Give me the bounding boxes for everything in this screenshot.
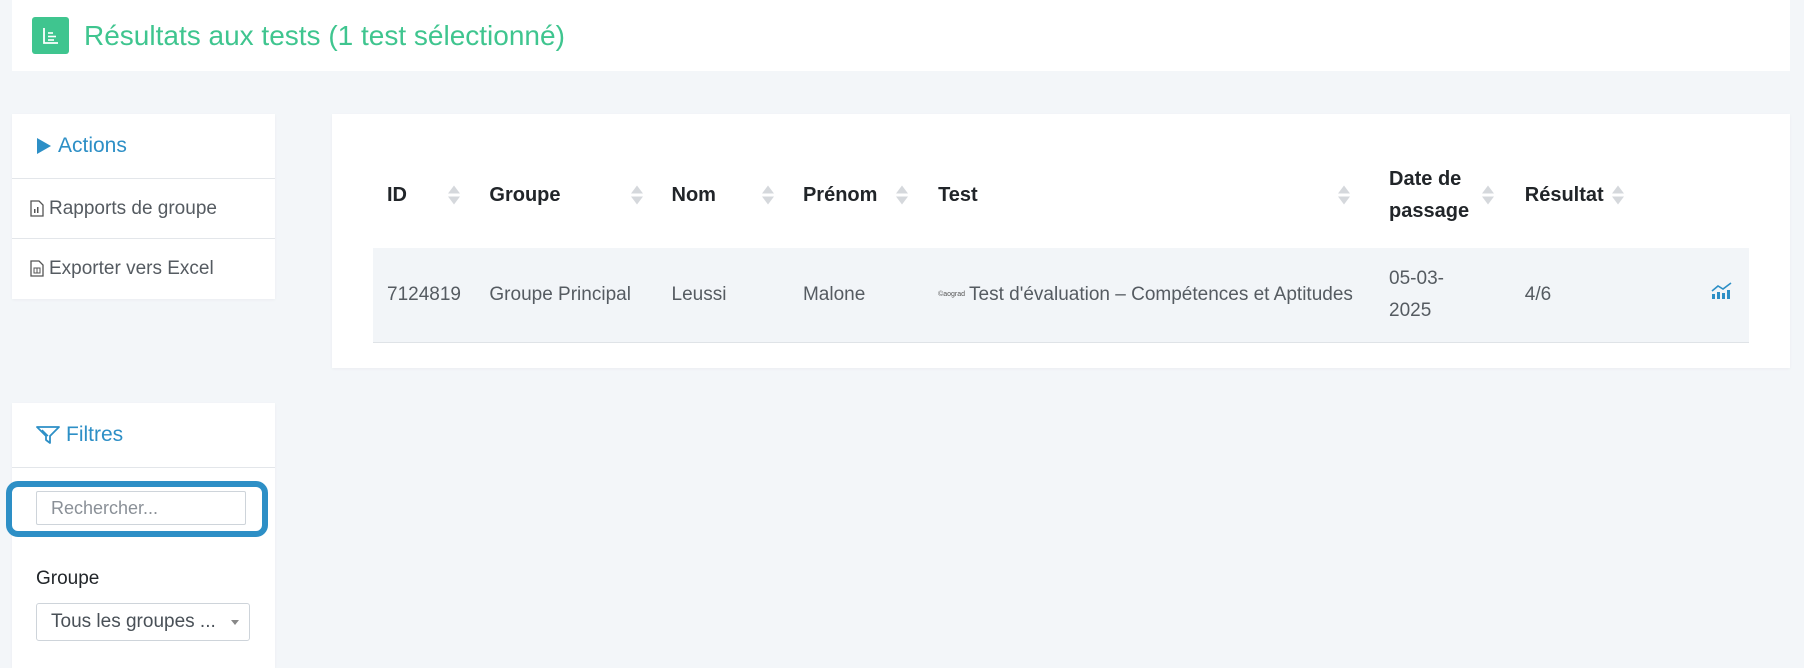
search-input[interactable] — [36, 491, 246, 525]
column-test[interactable]: Test — [924, 142, 1375, 248]
page-header: Résultats aux tests (1 test sélectionné) — [12, 0, 1790, 71]
group-select-value: Tous les groupes ... — [51, 611, 216, 632]
filter-icon — [36, 426, 60, 444]
play-icon — [36, 137, 52, 155]
test-logo: ©aograd — [938, 290, 966, 298]
export-excel-label: Exporter vers Excel — [49, 257, 214, 279]
sort-icon — [1611, 185, 1624, 205]
excel-icon — [30, 260, 44, 277]
actions-header: Actions — [12, 114, 275, 179]
sort-icon — [631, 185, 644, 205]
report-icon — [32, 17, 69, 54]
cell-nom: Leussi — [657, 248, 789, 343]
sort-icon — [761, 185, 774, 205]
chart-icon[interactable] — [1711, 279, 1733, 311]
cell-groupe: Groupe Principal — [475, 248, 658, 343]
column-actions — [1697, 142, 1749, 248]
cell-resultat: 4/6 — [1510, 248, 1697, 343]
results-panel: ID Groupe Nom Prénom Test Date de passag… — [332, 114, 1790, 368]
table-header-row: ID Groupe Nom Prénom Test Date de passag… — [373, 142, 1749, 248]
sort-icon — [448, 185, 460, 205]
column-nom[interactable]: Nom — [658, 142, 789, 248]
sort-icon — [1338, 185, 1351, 205]
export-excel-link[interactable]: Exporter vers Excel — [12, 239, 275, 298]
results-table: ID Groupe Nom Prénom Test Date de passag… — [373, 142, 1749, 343]
cell-test: ©aograd Test d'évaluation – Compétences e… — [924, 248, 1376, 343]
cell-actions — [1697, 248, 1749, 343]
column-id[interactable]: ID — [373, 142, 475, 248]
cell-prenom: Malone — [788, 248, 925, 343]
column-prenom[interactable]: Prénom — [789, 142, 924, 248]
sort-icon — [1482, 185, 1495, 205]
group-reports-link[interactable]: Rapports de groupe — [12, 179, 275, 239]
table-row[interactable]: 7124819 Groupe Principal Leussi Malone ©… — [373, 248, 1749, 343]
group-reports-label: Rapports de groupe — [49, 197, 217, 219]
column-resultat[interactable]: Résultat — [1511, 142, 1697, 248]
cell-id: 7124819 — [373, 248, 476, 343]
chevron-down-icon — [231, 619, 239, 625]
document-icon — [30, 200, 44, 217]
sort-icon — [895, 185, 908, 205]
filters-title: Filtres — [66, 423, 124, 446]
column-date[interactable]: Date de passage — [1375, 142, 1511, 248]
page-title: Résultats aux tests (1 test sélectionné) — [84, 19, 565, 51]
filters-header: Filtres — [12, 403, 275, 468]
actions-panel: Actions Rapports de groupe Exporter vers… — [12, 114, 275, 299]
group-filter-label: Groupe — [36, 568, 100, 589]
actions-title: Actions — [58, 134, 127, 157]
cell-date: 05-03-2025 — [1375, 248, 1511, 343]
group-select[interactable]: Tous les groupes ... — [36, 603, 250, 641]
column-groupe[interactable]: Groupe — [475, 142, 657, 248]
test-name: Test d'évaluation – Compétences et Aptit… — [969, 284, 1353, 305]
